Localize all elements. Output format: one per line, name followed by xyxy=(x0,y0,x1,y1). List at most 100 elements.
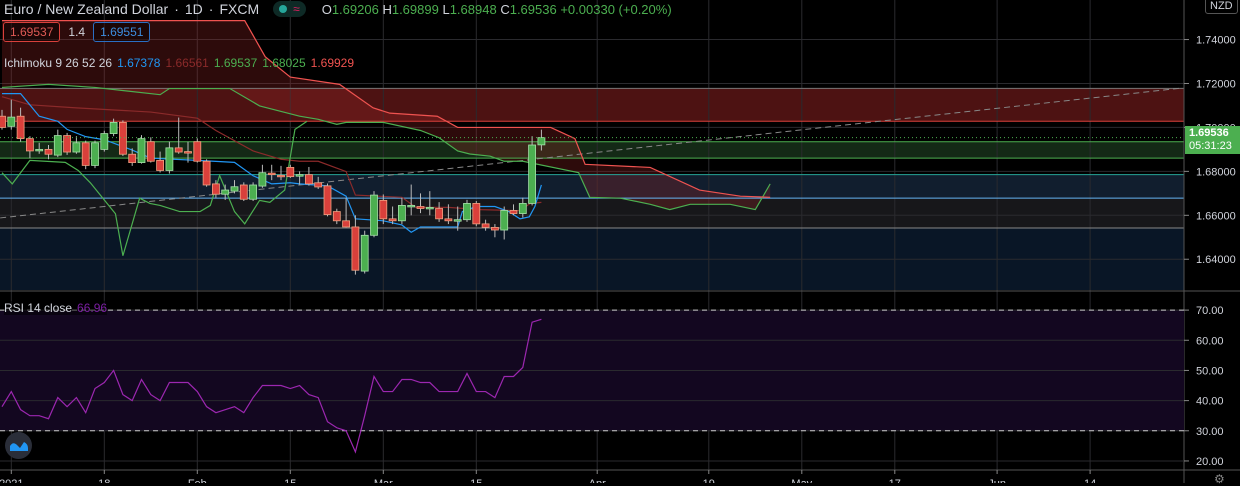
candle-body xyxy=(397,205,406,222)
candle-body xyxy=(528,144,536,204)
candle-body xyxy=(435,208,444,220)
candle-body xyxy=(202,160,211,186)
price-tick-label: 1.68000 xyxy=(1196,166,1236,178)
candle-body xyxy=(0,115,6,128)
time-tick-label: 14 xyxy=(1084,478,1096,483)
rsi-tick-label: 50.00 xyxy=(1196,365,1224,377)
price-chart[interactable]: 1.740001.720001.700001.680001.660001.640… xyxy=(0,0,1240,483)
symbol-title[interactable]: Euro / New Zealand Dollar xyxy=(4,1,168,17)
sell-button[interactable]: 1.69537 xyxy=(3,22,61,42)
candle-body xyxy=(72,142,81,153)
market-open-icon xyxy=(279,5,288,13)
tradingview-logo-icon[interactable] xyxy=(5,432,32,459)
candle-body xyxy=(500,210,509,231)
resistance-zone xyxy=(0,88,1184,122)
time-tick-label: 15 xyxy=(284,478,296,483)
candle xyxy=(63,132,71,155)
candle-body xyxy=(444,218,453,222)
interval[interactable]: 1D xyxy=(185,1,203,17)
spread: 1.4 xyxy=(68,25,86,39)
candle-body xyxy=(509,210,518,214)
candle-body xyxy=(239,184,248,200)
candle-body xyxy=(174,147,183,153)
candle-body xyxy=(16,115,25,140)
candle-body xyxy=(81,142,90,166)
candle-body xyxy=(407,205,416,208)
candle xyxy=(472,201,481,227)
candle-body xyxy=(258,172,267,187)
candle xyxy=(91,140,99,169)
candle-body xyxy=(100,133,109,150)
rsi-tick-label: 60.00 xyxy=(1196,335,1224,347)
buy-button[interactable]: 1.69551 xyxy=(93,22,151,42)
price-tick-label: 1.72000 xyxy=(1196,78,1236,90)
candle-body xyxy=(481,223,490,228)
candle xyxy=(463,199,471,222)
ohlc-values: O1.69206 H1.69899 L1.68948 C1.69536 +0.0… xyxy=(321,1,672,17)
candle-body xyxy=(221,189,230,195)
price-tick-label: 1.64000 xyxy=(1196,254,1236,266)
time-tick-label: 17 xyxy=(889,478,901,483)
chart-header: Euro / New Zealand Dollar · 1D · FXCM ≈ … xyxy=(4,0,672,18)
time-tick-label: Apr xyxy=(589,478,606,483)
trade-panel: 1.69537 1.4 1.69551 xyxy=(3,22,151,42)
separator: · xyxy=(174,1,179,17)
candle-body xyxy=(211,183,220,195)
candle-body xyxy=(267,172,276,176)
candle-body xyxy=(91,142,99,166)
candle xyxy=(239,182,248,202)
time-tick-label: Jun xyxy=(988,478,1006,483)
candle-body xyxy=(7,116,16,127)
candle-body xyxy=(360,234,369,272)
candle-body xyxy=(518,203,527,214)
price-tick-label: 1.66000 xyxy=(1196,210,1236,222)
time-tick-label: 18 xyxy=(98,478,110,483)
candle-body xyxy=(35,148,44,152)
candle-body xyxy=(230,186,239,192)
candle xyxy=(81,140,90,170)
candle-body xyxy=(165,147,174,171)
rsi-legend[interactable]: RSI 14 close 66.96 xyxy=(4,301,108,315)
support-zone xyxy=(0,198,1184,229)
candle xyxy=(193,138,202,163)
candle-body xyxy=(323,185,332,216)
market-status[interactable]: ≈ xyxy=(273,1,306,17)
time-tick-label: May xyxy=(791,478,812,483)
wave-icon: ≈ xyxy=(293,2,300,16)
time-tick-label: 2021 xyxy=(0,478,24,483)
candle-body xyxy=(304,174,313,185)
time-tick-label: 19 xyxy=(703,478,715,483)
price-tick-label: 1.74000 xyxy=(1196,35,1236,47)
currency-button[interactable]: NZD xyxy=(1205,0,1238,14)
ichimoku-legend[interactable]: Ichimoku 9 26 52 26 1.67378 1.66561 1.69… xyxy=(4,56,354,70)
candle-body xyxy=(416,206,425,209)
time-tick-label: Mar xyxy=(374,478,393,483)
candle-body xyxy=(25,138,34,152)
candle-body xyxy=(156,159,165,171)
candle-body xyxy=(472,203,481,225)
candle-body xyxy=(537,137,546,146)
candle-body xyxy=(463,203,471,221)
rsi-tick-label: 30.00 xyxy=(1196,426,1224,438)
candle-body xyxy=(370,194,378,236)
rsi-tick-label: 20.00 xyxy=(1196,456,1224,468)
candle xyxy=(249,182,258,202)
candle-body xyxy=(295,174,304,177)
candle-body xyxy=(146,141,155,162)
candle-body xyxy=(453,219,462,222)
candle-body xyxy=(193,141,202,162)
candle-body xyxy=(379,199,388,220)
candle-body xyxy=(128,153,137,163)
separator: · xyxy=(208,1,214,17)
candle-body xyxy=(119,121,127,155)
time-tick-label: Feb xyxy=(188,478,207,483)
last-price-tag: 1.69536 05:31:23 xyxy=(1185,126,1240,154)
candle-body xyxy=(249,184,258,200)
candle-body xyxy=(44,148,53,155)
candle-body xyxy=(286,167,295,178)
settings-gear-icon[interactable]: ⚙ xyxy=(1214,472,1225,486)
candle-body xyxy=(53,135,62,156)
candle-body xyxy=(351,226,360,271)
candle-body xyxy=(332,211,341,222)
time-tick-label: 15 xyxy=(470,478,482,483)
